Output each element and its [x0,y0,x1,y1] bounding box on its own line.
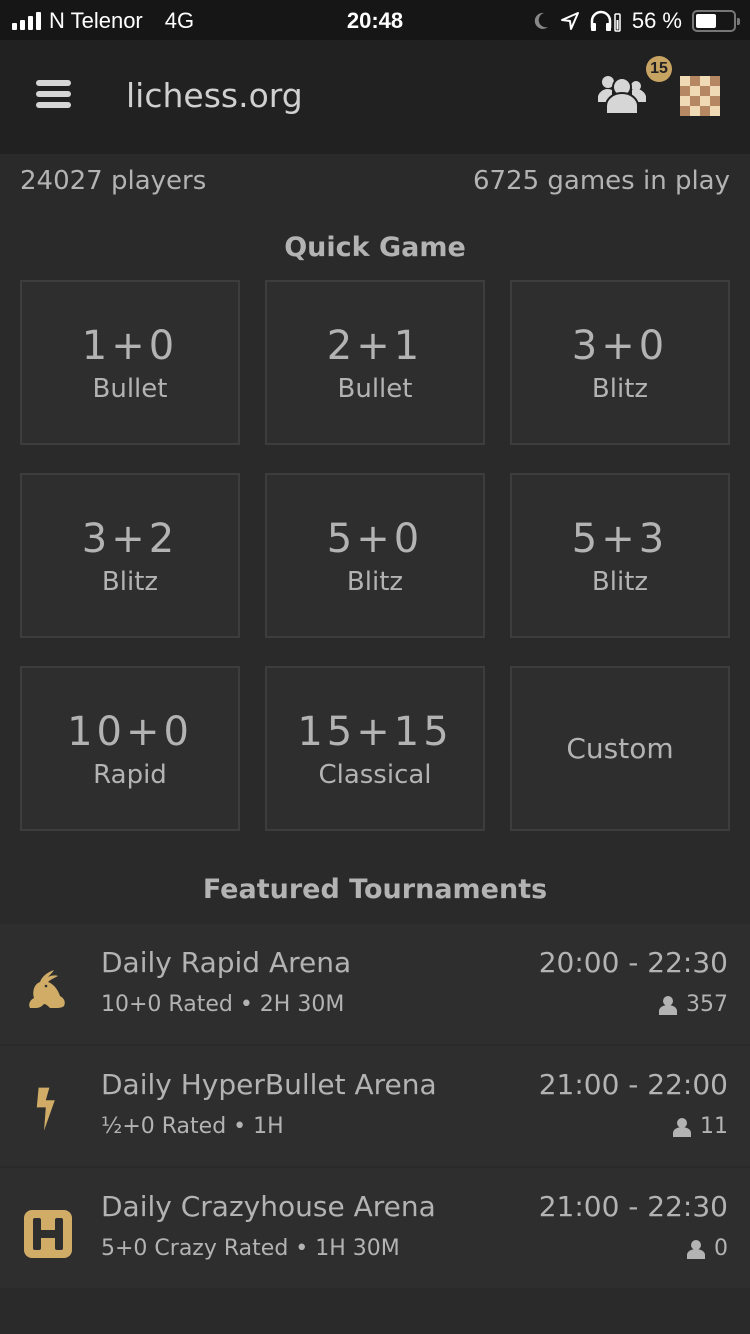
tournament-time: 21:00 - 22:30 [538,1190,728,1223]
pool-perf: Bullet [337,373,413,404]
tournament-info: ½+0 Rated • 1H [101,1114,284,1139]
pool-clock: 3+0 [571,322,669,369]
board-square [710,76,720,86]
board-square [700,96,710,106]
pool-button[interactable]: 2+1 Bullet [265,280,485,445]
board-square [710,86,720,96]
quick-game-grid: 1+0 Bullet 2+1 Bullet 3+0 Blitz 3+2 Blitz 5+… [20,280,730,831]
pool-perf: Classical [318,759,432,790]
tournament-row[interactable]: Daily Crazyhouse Arena 5+0 Crazy Rated •… [0,1168,750,1290]
pool-clock: 2+1 [326,322,424,369]
custom-label: Custom [566,732,674,765]
tournament-list: Daily Rapid Arena 10+0 Rated • 2H 30M 20… [0,924,750,1290]
board-square [680,86,690,96]
board-square [680,96,690,106]
hamburger-icon[interactable] [36,80,71,110]
board-square [700,86,710,96]
pool-button[interactable]: 15+15 Classical [265,666,485,831]
custom-game-button[interactable]: Custom [510,666,730,831]
pool-clock: 10+0 [67,708,193,755]
pool-clock: 3+2 [81,515,179,562]
pool-clock: 15+15 [297,708,453,755]
featured-tournaments-title: Featured Tournaments [202,874,548,905]
pool-perf: Blitz [101,566,159,597]
tournament-info: 10+0 Rated • 2H 30M [101,992,345,1017]
status-bar: N Telenor 4G 20:48 56 % [0,0,750,40]
tournament-player-count: 357 [686,992,728,1017]
status-bar-right: 56 % [532,8,740,34]
tournament-players: 0 [686,1236,728,1261]
pool-clock: 5+3 [571,515,669,562]
tournament-time: 20:00 - 22:30 [538,946,728,979]
games-count: 6725 games in play [472,166,730,196]
player-icon [687,1239,705,1259]
friends-button[interactable]: 15 [596,56,672,116]
board-square [690,76,700,86]
player-icon [659,995,677,1015]
player-icon [673,1117,691,1137]
players-count: 24027 players [20,166,207,196]
friends-count-badge: 15 [646,56,672,82]
tournament-row[interactable]: Daily HyperBullet Arena ½+0 Rated • 1H 2… [0,1046,750,1168]
tournament-time: 21:00 - 22:00 [538,1068,728,1101]
quick-game-title: Quick Game [284,232,466,263]
pool-perf: Blitz [591,373,649,404]
crazyhouse-icon [24,1210,72,1258]
tournament-info: 5+0 Crazy Rated • 1H 30M [101,1236,400,1261]
friends-icon [598,76,646,115]
pool-clock: 1+0 [81,322,179,369]
chessboard-icon[interactable] [680,76,720,116]
board-square [690,96,700,106]
tournament-player-count: 0 [714,1236,728,1261]
moon-icon [534,12,548,29]
pool-perf: Bullet [92,373,168,404]
tournament-player-count: 11 [700,1114,728,1139]
tournament-players: 357 [658,992,728,1017]
lightning-icon [36,1087,55,1131]
board-square [710,106,720,116]
board-square [700,76,710,86]
board-square [680,106,690,116]
app-title: lichess.org [126,76,303,115]
pool-clock: 5+0 [326,515,424,562]
tournament-name: Daily HyperBullet Arena [101,1068,437,1101]
tournament-name: Daily Rapid Arena [101,946,352,979]
pool-button[interactable]: 10+0 Rapid [20,666,240,831]
pool-button[interactable]: 1+0 Bullet [20,280,240,445]
battery-icon [692,10,740,32]
pool-perf: Blitz [346,566,404,597]
rabbit-icon [29,970,65,1008]
tournament-row[interactable]: Daily Rapid Arena 10+0 Rated • 2H 30M 20… [0,924,750,1046]
pool-button[interactable]: 5+3 Blitz [510,473,730,638]
board-square [710,96,720,106]
pool-perf: Blitz [591,566,649,597]
app-header: lichess.org 15 [0,40,750,154]
board-square [680,76,690,86]
board-square [690,106,700,116]
headphones-icon [590,10,621,32]
pool-button[interactable]: 3+2 Blitz [20,473,240,638]
battery-level [696,14,717,28]
board-square [700,106,710,116]
board-square [690,86,700,96]
pool-perf: Rapid [93,759,167,790]
pool-button[interactable]: 5+0 Blitz [265,473,485,638]
tournament-name: Daily Crazyhouse Arena [101,1190,436,1223]
location-arrow-icon [560,12,579,30]
tournament-players: 11 [672,1114,728,1139]
pool-button[interactable]: 3+0 Blitz [510,280,730,445]
battery-percent: 56 % [631,8,682,33]
